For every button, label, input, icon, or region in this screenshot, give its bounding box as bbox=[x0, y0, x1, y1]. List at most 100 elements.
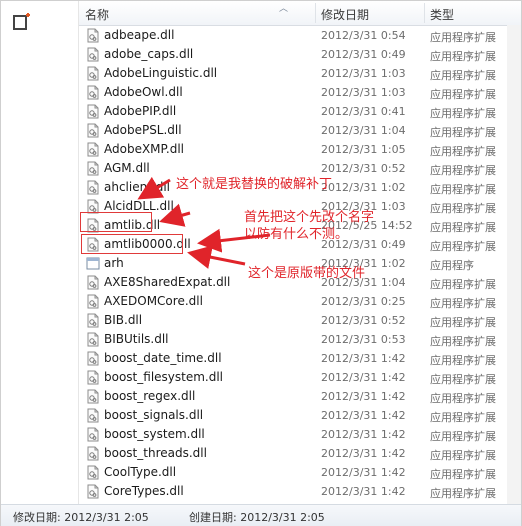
dll-file-icon bbox=[87, 427, 99, 442]
file-type: 应用程序扩展 bbox=[430, 240, 496, 253]
file-modified-date: 2012/3/31 1:42 bbox=[321, 390, 406, 403]
file-row[interactable]: AdobePSL.dll 2012/3/31 1:04 应用程序扩展 bbox=[79, 121, 521, 140]
status-modified-date: 修改日期: 2012/3/31 2:05 bbox=[13, 511, 149, 524]
file-row[interactable]: CoolType.dll 2012/3/31 1:42 应用程序扩展 bbox=[79, 463, 521, 482]
file-modified-date: 2012/3/31 1:42 bbox=[321, 371, 406, 384]
file-type: 应用程序扩展 bbox=[430, 50, 496, 63]
file-name: AdobeXMP.dll bbox=[104, 142, 184, 156]
file-type: 应用程序扩展 bbox=[430, 69, 496, 82]
file-modified-date: 2012/3/31 0:53 bbox=[321, 333, 406, 346]
dll-file-icon bbox=[87, 389, 99, 404]
file-name: boost_threads.dll bbox=[104, 446, 207, 460]
dll-file-icon bbox=[87, 85, 99, 100]
file-row[interactable]: boost_threads.dll 2012/3/31 1:42 应用程序扩展 bbox=[79, 444, 521, 463]
file-row[interactable]: AdobeXMP.dll 2012/3/31 1:05 应用程序扩展 bbox=[79, 140, 521, 159]
dll-file-icon bbox=[87, 294, 99, 309]
file-name: AdobeOwl.dll bbox=[104, 85, 183, 99]
file-name: adobe_caps.dll bbox=[104, 47, 194, 61]
file-type: 应用程序扩展 bbox=[430, 449, 496, 462]
column-header-type[interactable]: 类型 bbox=[430, 6, 454, 23]
highlight-box-amtlib bbox=[80, 212, 152, 232]
file-name: boost_regex.dll bbox=[104, 389, 196, 403]
file-row[interactable]: BIB.dll 2012/3/31 0:52 应用程序扩展 bbox=[79, 311, 521, 330]
column-header-date[interactable]: 修改日期 bbox=[321, 6, 369, 23]
file-row[interactable]: boost_date_time.dll 2012/3/31 1:42 应用程序扩展 bbox=[79, 349, 521, 368]
dll-file-icon bbox=[87, 370, 99, 385]
dll-file-icon bbox=[87, 446, 99, 461]
file-modified-date: 2012/3/31 1:05 bbox=[321, 143, 406, 156]
file-modified-date: 2012/3/31 0:49 bbox=[321, 48, 406, 61]
file-type: 应用程序扩展 bbox=[430, 183, 496, 196]
file-name: AdobePIP.dll bbox=[104, 104, 177, 118]
file-type: 应用程序扩展 bbox=[430, 107, 496, 120]
file-modified-date: 2012/3/31 1:04 bbox=[321, 124, 406, 137]
dll-file-icon bbox=[87, 28, 99, 43]
file-row[interactable]: AdobePIP.dll 2012/3/31 0:41 应用程序扩展 bbox=[79, 102, 521, 121]
file-row[interactable]: boost_system.dll 2012/3/31 1:42 应用程序扩展 bbox=[79, 425, 521, 444]
annotation-rename-line2: 以防有什么不测。 bbox=[244, 227, 349, 242]
file-modified-date: 2012/3/31 0:54 bbox=[321, 29, 406, 42]
file-type: 应用程序扩展 bbox=[430, 335, 496, 348]
dll-file-icon bbox=[87, 142, 99, 157]
file-type: 应用程序扩展 bbox=[430, 297, 496, 310]
dll-file-icon bbox=[87, 180, 99, 195]
file-name: boost_system.dll bbox=[104, 427, 205, 441]
file-row[interactable]: adbeape.dll 2012/3/31 0:54 应用程序扩展 bbox=[79, 26, 521, 45]
file-row[interactable]: adobe_caps.dll 2012/3/31 0:49 应用程序扩展 bbox=[79, 45, 521, 64]
dll-file-icon bbox=[87, 47, 99, 62]
annotation-original-file: 这个是原版带的文件 bbox=[248, 266, 366, 281]
file-type: 应用程序扩展 bbox=[430, 145, 496, 158]
file-row[interactable]: CoreTypes.dll 2012/3/31 1:42 应用程序扩展 bbox=[79, 482, 521, 501]
file-name: AGM.dll bbox=[104, 161, 150, 175]
file-modified-date: 2012/3/31 0:52 bbox=[321, 314, 406, 327]
file-modified-date: 2012/3/31 1:02 bbox=[321, 181, 406, 194]
column-separator[interactable] bbox=[315, 3, 316, 23]
file-row[interactable]: boost_regex.dll 2012/3/31 1:42 应用程序扩展 bbox=[79, 387, 521, 406]
window-app-icon[interactable] bbox=[12, 13, 32, 33]
status-bar: 修改日期: 2012/3/31 2:05 创建日期: 2012/3/31 2:0… bbox=[1, 504, 521, 526]
file-name: adbeape.dll bbox=[104, 28, 175, 42]
file-name: CoolType.dll bbox=[104, 465, 177, 479]
highlight-box-amtlib0000 bbox=[81, 234, 183, 254]
file-name: boost_date_time.dll bbox=[104, 351, 222, 365]
column-separator[interactable] bbox=[424, 3, 425, 23]
vertical-scrollbar[interactable] bbox=[507, 25, 521, 504]
file-type: 应用程序扩展 bbox=[430, 88, 496, 101]
file-type: 应用程序扩展 bbox=[430, 316, 496, 329]
file-modified-date: 2012/3/31 0:52 bbox=[321, 162, 406, 175]
file-row[interactable]: AXEDOMCore.dll 2012/3/31 0:25 应用程序扩展 bbox=[79, 292, 521, 311]
file-name: AdobeLinguistic.dll bbox=[104, 66, 218, 80]
dll-file-icon bbox=[87, 161, 99, 176]
annotation-crack-patch: 这个就是我替换的破解补丁 bbox=[176, 177, 333, 192]
dll-file-icon bbox=[87, 123, 99, 138]
file-row[interactable]: boost_filesystem.dll 2012/3/31 1:42 应用程序扩展 bbox=[79, 368, 521, 387]
file-type: 应用程序扩展 bbox=[430, 487, 496, 500]
dll-file-icon bbox=[87, 351, 99, 366]
navigation-pane bbox=[1, 1, 79, 504]
file-modified-date: 2012/3/31 0:41 bbox=[321, 105, 406, 118]
file-type: 应用程序扩展 bbox=[430, 411, 496, 424]
file-modified-date: 2012/3/31 1:42 bbox=[321, 447, 406, 460]
file-type: 应用程序扩展 bbox=[430, 354, 496, 367]
file-row[interactable]: boost_signals.dll 2012/3/31 1:42 应用程序扩展 bbox=[79, 406, 521, 425]
file-row[interactable]: AdobeOwl.dll 2012/3/31 1:03 应用程序扩展 bbox=[79, 83, 521, 102]
dll-file-icon bbox=[87, 313, 99, 328]
column-header-name[interactable]: 名称 bbox=[85, 6, 109, 23]
exe-file-icon bbox=[86, 257, 100, 270]
file-row[interactable]: BIBUtils.dll 2012/3/31 0:53 应用程序扩展 bbox=[79, 330, 521, 349]
file-type: 应用程序扩展 bbox=[430, 468, 496, 481]
file-name: boost_signals.dll bbox=[104, 408, 204, 422]
file-name: arh bbox=[104, 256, 124, 270]
file-type: 应用程序扩展 bbox=[430, 373, 496, 386]
file-type: 应用程序扩展 bbox=[430, 164, 496, 177]
file-modified-date: 2012/3/31 1:03 bbox=[321, 67, 406, 80]
dll-file-icon bbox=[87, 465, 99, 480]
file-name: ahclient.dll bbox=[104, 180, 171, 194]
file-row[interactable]: AdobeLinguistic.dll 2012/3/31 1:03 应用程序扩展 bbox=[79, 64, 521, 83]
dll-file-icon bbox=[87, 332, 99, 347]
file-name: AdobePSL.dll bbox=[104, 123, 182, 137]
file-name: BIB.dll bbox=[104, 313, 143, 327]
file-name: AXEDOMCore.dll bbox=[104, 294, 203, 308]
dll-file-icon bbox=[87, 104, 99, 119]
file-type: 应用程序扩展 bbox=[430, 278, 496, 291]
